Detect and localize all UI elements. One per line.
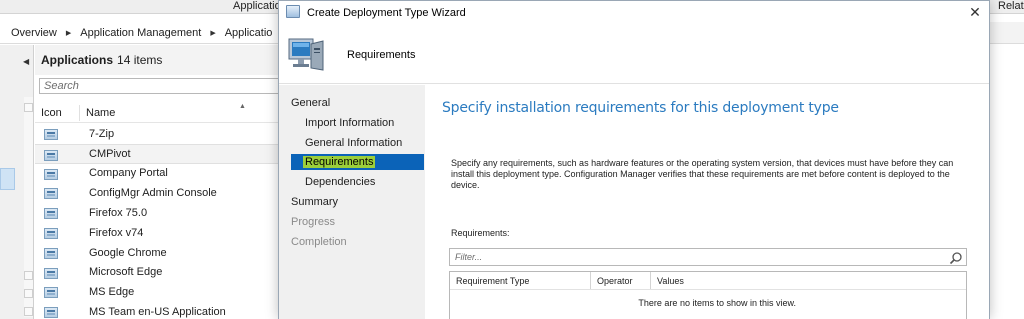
application-icon: [44, 188, 58, 200]
application-name: ConfigMgr Admin Console: [89, 187, 217, 200]
breadcrumb-applications[interactable]: Applicatio: [225, 27, 273, 39]
breadcrumb-application-management[interactable]: Application Management: [80, 27, 201, 39]
breadcrumb-overview[interactable]: Overview: [11, 27, 57, 39]
applications-panel: Applications 14 items Search Icon Name ▲…: [35, 45, 285, 319]
list-item[interactable]: Firefox 75.0: [35, 203, 285, 223]
list-item[interactable]: Google Chrome: [35, 243, 285, 263]
application-name: Firefox v74: [89, 226, 144, 239]
column-divider: [590, 272, 591, 289]
wizard-title: Create Deployment Type Wizard: [307, 7, 466, 19]
collapse-left-icon[interactable]: ◀: [23, 57, 29, 66]
close-icon[interactable]: ✕: [963, 3, 987, 21]
application-name: MS Team en-US Application: [89, 306, 226, 319]
requirements-label: Requirements:: [451, 228, 510, 238]
wizard-step-completion: Completion: [291, 236, 347, 248]
list-item[interactable]: MS Team en-US Application: [35, 302, 285, 319]
wizard-step-general: General: [291, 97, 331, 109]
applications-list: 7-Zip CMPivot Company Portal ConfigMgr Admi…: [35, 124, 285, 319]
application-name: Company Portal: [89, 167, 168, 180]
scroll-marker: [24, 103, 33, 112]
list-item[interactable]: Firefox v74: [35, 223, 285, 243]
column-header-name[interactable]: Name: [86, 107, 115, 119]
console-top-tab-right[interactable]: Relat: [998, 0, 1024, 12]
list-column-header: Icon Name ▲: [35, 103, 285, 123]
scroll-marker: [24, 289, 33, 298]
application-icon: [44, 307, 58, 319]
list-item[interactable]: MS Edge: [35, 282, 285, 302]
page-description: Specify any requirements, such as hardwa…: [451, 158, 954, 190]
wizard-window-icon: [286, 5, 300, 18]
computer-icon: [288, 38, 324, 71]
table-header-line: [450, 289, 966, 290]
application-icon: [44, 247, 58, 259]
wizard-steps-nav: General Import Information General Infor…: [279, 85, 425, 319]
column-requirement-type[interactable]: Requirement Type: [456, 276, 529, 286]
scroll-marker: [24, 271, 33, 280]
list-item[interactable]: CMPivot: [35, 143, 285, 164]
wizard-step-progress: Progress: [291, 216, 336, 228]
create-deployment-type-wizard: Create Deployment Type Wizard ✕ Requirem…: [278, 0, 990, 319]
wizard-step-requirements: Requirements: [303, 156, 376, 168]
application-icon: [44, 149, 58, 161]
wizard-step-general-information: General Information: [305, 137, 403, 149]
filter-input[interactable]: Filter...: [449, 248, 967, 266]
wizard-banner-heading: Requirements: [347, 49, 416, 61]
list-item[interactable]: Microsoft Edge: [35, 263, 285, 283]
wizard-content: Specify installation requirements for th…: [425, 85, 989, 319]
application-icon: [44, 227, 58, 239]
page-title: Specify installation requirements for th…: [442, 100, 839, 116]
navigation-pane: ◀: [0, 45, 34, 319]
applications-header: Applications 14 items: [35, 45, 285, 75]
column-values[interactable]: Values: [657, 276, 684, 286]
wizard-step-dependencies: Dependencies: [305, 176, 376, 188]
column-operator[interactable]: Operator: [597, 276, 633, 286]
wizard-step-summary: Summary: [291, 196, 339, 208]
application-name: Google Chrome: [89, 246, 167, 259]
application-name: Microsoft Edge: [89, 266, 163, 279]
list-item[interactable]: Company Portal: [35, 164, 285, 184]
column-divider: [79, 105, 80, 121]
application-icon: [44, 129, 58, 140]
right-console-toolbar: [990, 22, 1024, 44]
application-icon: [44, 267, 58, 279]
application-name: CMPivot: [89, 147, 131, 160]
application-icon: [44, 287, 58, 299]
sort-ascending-icon: ▲: [239, 103, 246, 110]
applications-count: 14 items: [117, 53, 163, 67]
empty-table-message: There are no items to show in this view.: [638, 298, 796, 308]
application-icon: [44, 168, 58, 180]
list-item[interactable]: ConfigMgr Admin Console: [35, 183, 285, 203]
application-name: 7-Zip: [89, 127, 115, 140]
search-icon[interactable]: [949, 251, 963, 265]
column-header-icon[interactable]: Icon: [41, 107, 62, 119]
application-name: Firefox 75.0: [89, 207, 148, 220]
scroll-marker: [24, 307, 33, 316]
applications-title: Applications: [41, 53, 114, 67]
breadcrumb-separator-icon: ▶: [210, 29, 216, 37]
column-divider: [650, 272, 651, 289]
console-top-tab-left[interactable]: Applicatio: [233, 0, 281, 12]
list-item[interactable]: 7-Zip: [35, 124, 285, 144]
application-name: MS Edge: [89, 286, 135, 299]
requirements-table: Requirement Type Operator Values There a…: [449, 271, 967, 319]
application-icon: [44, 208, 58, 220]
wizard-title-bar: Create Deployment Type Wizard ✕: [279, 1, 989, 25]
filter-placeholder: Filter...: [455, 252, 483, 262]
breadcrumb-separator-icon: ▶: [65, 29, 72, 37]
navigation-selected-node[interactable]: [0, 168, 15, 190]
wizard-banner: Requirements: [279, 25, 989, 84]
wizard-step-import-information: Import Information: [305, 117, 395, 129]
navigation-scrollbar[interactable]: [24, 97, 33, 317]
search-input[interactable]: Search: [39, 78, 285, 94]
right-console-edge: [990, 14, 1024, 319]
